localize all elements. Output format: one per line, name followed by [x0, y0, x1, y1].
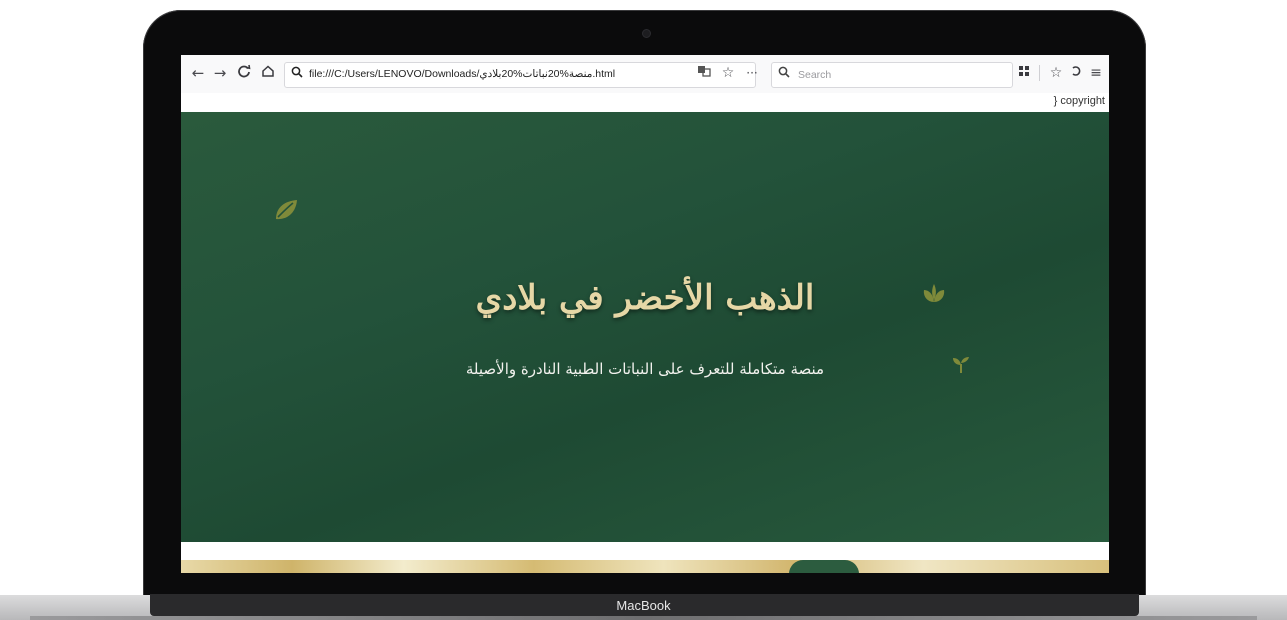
- more-icon[interactable]: ···: [743, 64, 761, 82]
- back-arrow-icon[interactable]: ←: [189, 64, 207, 82]
- browser-toolbar: ← → file:///C:/Users/LENOVO/Downloads/من…: [181, 55, 1109, 94]
- url-bar[interactable]: file:///C:/Users/LENOVO/Downloads/منصة%2…: [284, 62, 756, 88]
- menu-icon[interactable]: ≡: [1087, 64, 1105, 82]
- home-icon[interactable]: [259, 64, 277, 82]
- star-icon[interactable]: ☆: [719, 64, 737, 82]
- sync-icon[interactable]: [1067, 64, 1085, 82]
- forward-arrow-icon[interactable]: →: [211, 64, 229, 82]
- url-text[interactable]: file:///C:/Users/LENOVO/Downloads/منصة%2…: [309, 68, 615, 80]
- hero-subtitle: منصة متكاملة للتعرف على النباتات الطبية …: [465, 360, 825, 378]
- search-icon: [291, 66, 303, 82]
- section-pill-button[interactable]: [789, 560, 859, 573]
- device-brand-label: MacBook: [616, 598, 671, 613]
- camera-icon: [642, 29, 651, 38]
- search-icon: [778, 66, 790, 82]
- hero-title: الذهب الأخضر في بلادي: [475, 278, 815, 318]
- gold-banner: [181, 560, 1109, 573]
- library-icon[interactable]: [1015, 64, 1033, 82]
- reader-icon[interactable]: ☆: [1047, 64, 1065, 82]
- copyright-text: } copyright: [1053, 95, 1105, 107]
- leaf-icon: [276, 200, 297, 220]
- reload-icon[interactable]: [235, 64, 253, 82]
- search-input[interactable]: [796, 66, 1000, 84]
- hero-section: الذهب الأخضر في بلادي منصة متكاملة للتعر…: [181, 112, 1109, 542]
- search-box[interactable]: [771, 62, 1013, 88]
- translate-icon[interactable]: [695, 64, 713, 83]
- copyright-strip: } copyright: [181, 93, 1109, 111]
- toolbar-divider: [1039, 65, 1040, 81]
- laptop-base-edge: [30, 616, 1257, 620]
- screen: ← → file:///C:/Users/LENOVO/Downloads/من…: [181, 55, 1109, 573]
